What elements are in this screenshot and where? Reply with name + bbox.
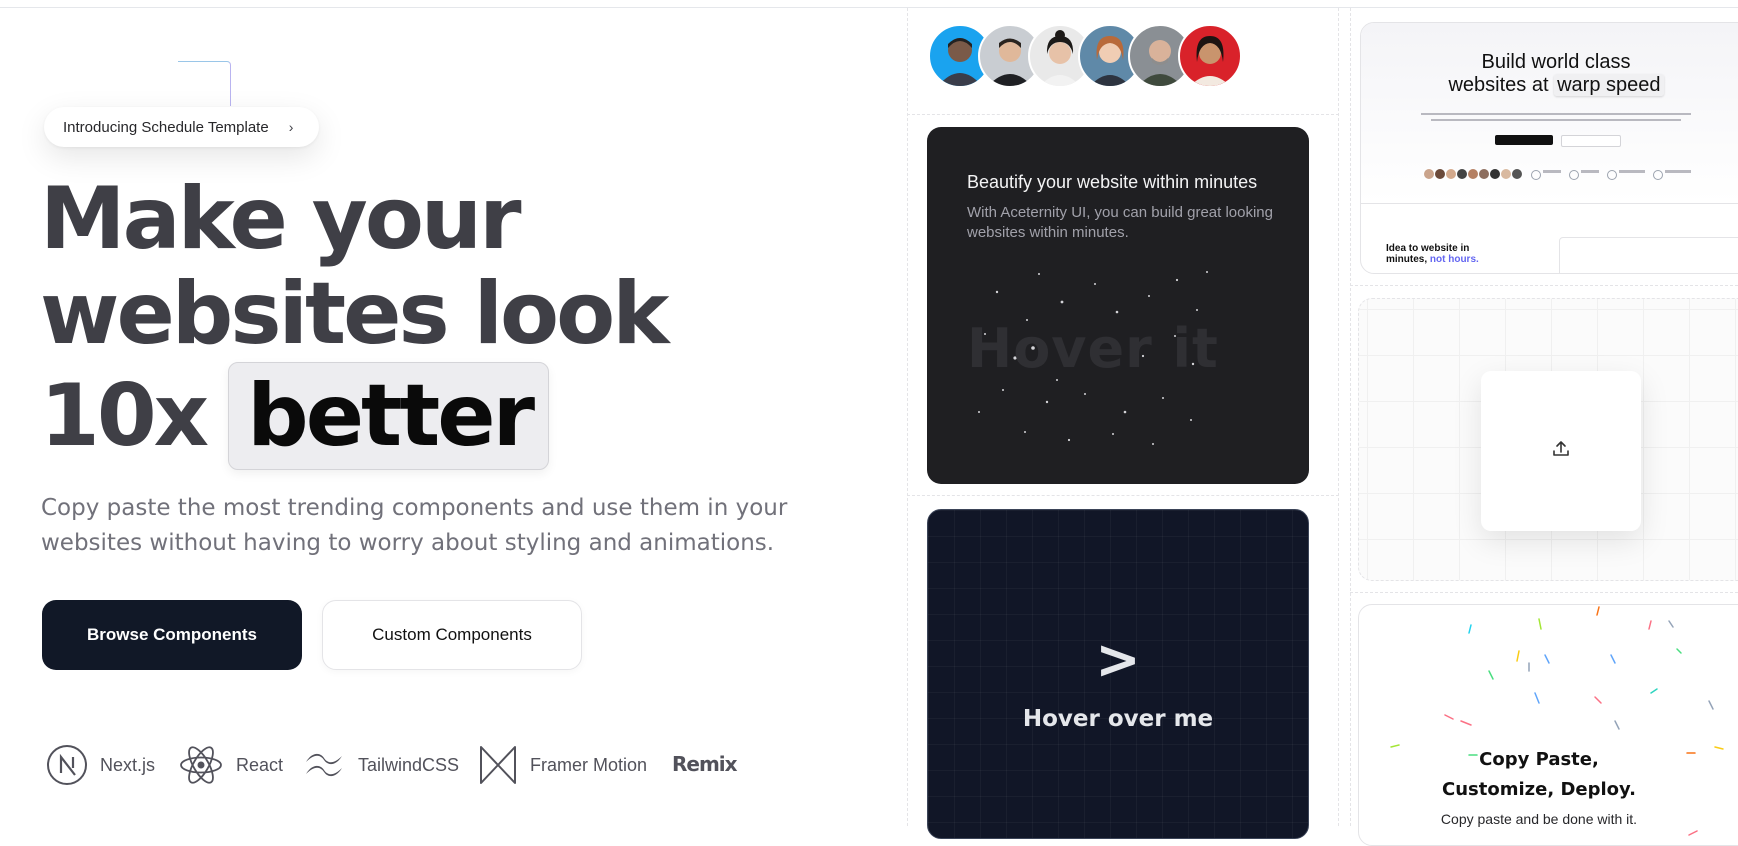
headline-line-1: Make your [40, 169, 522, 269]
remix-logo: Remix [672, 752, 738, 776]
hover-card[interactable]: > Hover over me [927, 509, 1309, 839]
hero-subtitle: Copy paste the most trending components … [41, 495, 788, 556]
preview-text-line [1619, 170, 1645, 173]
preview-headline-line-1: Build world class [1481, 51, 1631, 73]
preview-icon [1607, 170, 1617, 180]
tech-label: TailwindCSS [358, 754, 460, 775]
preview-headline-highlight: warp speed [1554, 74, 1664, 96]
tailwind-icon [302, 744, 346, 786]
chevron-right-icon: > [1095, 628, 1141, 691]
announcement-beam [178, 61, 231, 106]
grid-divider [1338, 8, 1339, 826]
tech-nextjs: Next.js [46, 741, 155, 789]
preview-button-secondary [1561, 135, 1621, 147]
copy-paste-card-title: Copy Paste, Customize, Deploy. [1359, 745, 1719, 805]
grid-divider [1350, 8, 1351, 826]
preview-button-primary [1495, 135, 1553, 145]
preview-headline: Build world class websites at warp speed [1361, 51, 1738, 97]
preview-text-line [1581, 170, 1599, 173]
avatar[interactable] [1178, 24, 1242, 88]
announcement-pill[interactable]: Introducing Schedule Template › [44, 107, 320, 147]
sparkles-card-overlay-text: Hover it [967, 317, 1219, 380]
preview-section-title: Idea to website in minutes, not hours. [1386, 243, 1479, 265]
tech-framer-motion: Framer Motion [478, 741, 647, 789]
nextjs-icon [46, 744, 88, 786]
upload-dropzone[interactable] [1481, 371, 1641, 531]
preview-text-line [1665, 170, 1691, 173]
headline-line-3: 10x better [40, 362, 666, 470]
browse-components-button[interactable]: Browse Components [42, 600, 302, 670]
grid-divider [907, 8, 908, 826]
preview-headline-line-2: websites at warp speed [1361, 74, 1738, 97]
grid-divider [907, 495, 1339, 496]
hover-card-label: Hover over me [1022, 706, 1214, 732]
copy-paste-card-description: Copy paste and be done with it. [1440, 811, 1638, 827]
tech-label: Framer Motion [530, 754, 648, 775]
preview-mini-window [1559, 237, 1738, 273]
preview-section-accent: not hours. [1429, 254, 1479, 265]
top-border [0, 7, 1738, 8]
preview-headline-prefix: websites at [1448, 74, 1549, 96]
grid-divider [1350, 592, 1738, 593]
hero-headline: Make your websites look 10x better [40, 169, 669, 470]
preview-icon [1653, 170, 1663, 180]
upload-icon [1552, 440, 1570, 463]
preview-text-line [1421, 113, 1691, 115]
preview-icon [1531, 170, 1541, 180]
framer-motion-icon [478, 744, 518, 786]
copy-paste-title-line-2: Customize, Deploy. [1442, 779, 1636, 800]
confetti-decoration [1390, 606, 1724, 836]
copy-paste-card[interactable]: Copy Paste, Customize, Deploy. Copy past… [1358, 604, 1738, 846]
sparkles-card-description: With Aceternity UI, you can build great … [967, 204, 1273, 241]
preview-divider [1361, 203, 1738, 204]
website-template-preview[interactable]: Build world class websites at warp speed… [1360, 22, 1738, 274]
grid-divider [1350, 285, 1738, 286]
headline-10x: 10x [40, 366, 209, 466]
sparkles-card-title: Beautify your website within minutes [967, 172, 1258, 192]
preview-icon [1569, 170, 1579, 180]
preview-section-line-2: minutes, not hours. [1386, 254, 1479, 265]
preview-avatars [1423, 168, 1523, 180]
preview-text-line [1431, 119, 1681, 121]
grid-divider [907, 114, 1339, 115]
tech-label: Next.js [100, 754, 156, 775]
react-icon [178, 744, 224, 786]
copy-paste-title-line-1: Copy Paste, [1479, 749, 1599, 770]
chevron-right-icon: › [288, 119, 294, 135]
sparkles-card[interactable]: Beautify your website within minutes Wit… [927, 127, 1309, 484]
tech-react: React [178, 741, 283, 789]
custom-components-button[interactable]: Custom Components [322, 600, 582, 670]
preview-section-line-1: Idea to website in [1386, 243, 1470, 254]
preview-section-mid: minutes, [1386, 254, 1428, 265]
tech-label: React [236, 754, 284, 775]
preview-text-line [1543, 170, 1561, 173]
tech-tailwind: TailwindCSS [302, 741, 459, 789]
announcement-label: Introducing Schedule Template [63, 118, 269, 136]
file-upload-card[interactable] [1358, 298, 1738, 581]
headline-highlight: better [228, 362, 550, 470]
headline-line-2: websites look [40, 264, 669, 364]
